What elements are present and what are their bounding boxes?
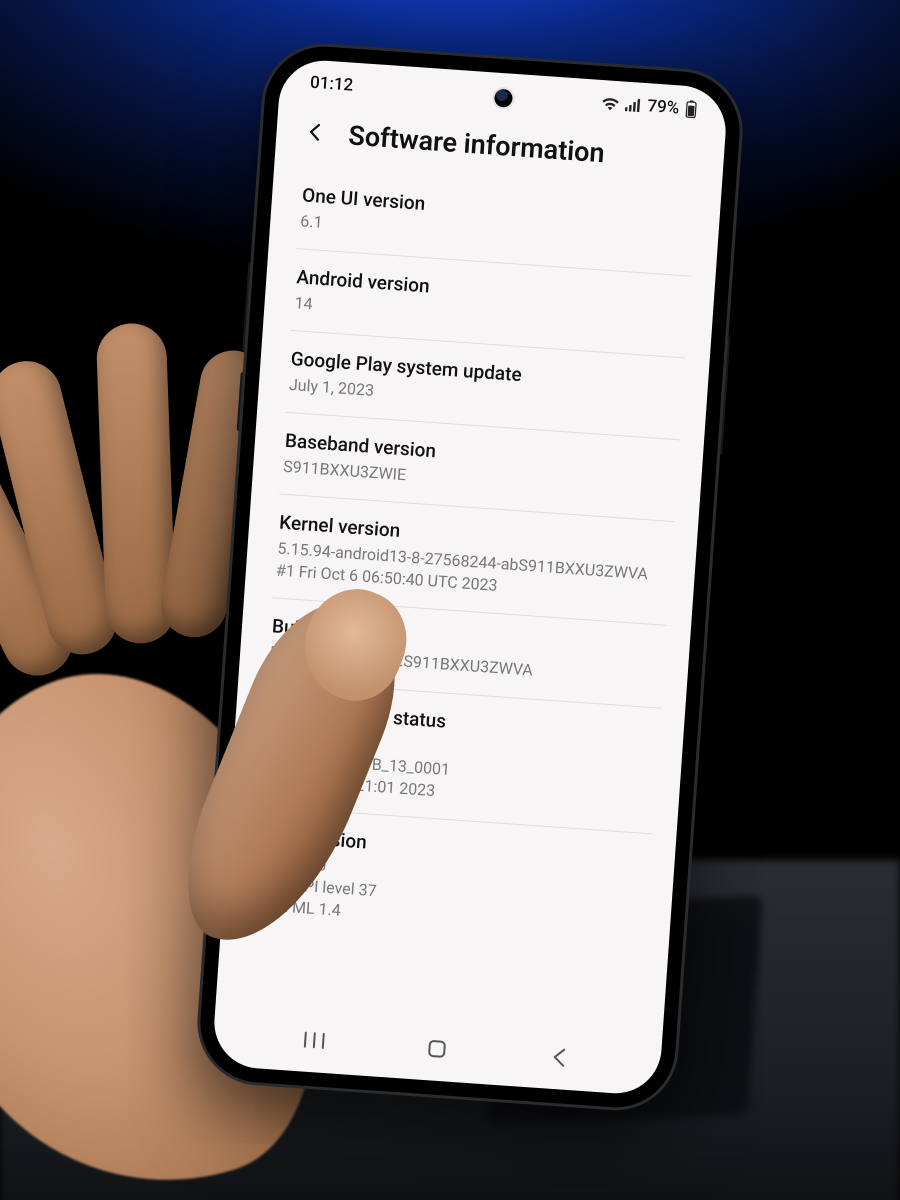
recent-apps-icon — [303, 1030, 326, 1052]
item-knox-version[interactable]: Knox version Knox 3.10 Knox API level 37… — [249, 807, 653, 960]
nav-home-button[interactable] — [396, 1027, 479, 1072]
battery-icon — [685, 100, 698, 119]
status-time: 01:12 — [309, 73, 353, 96]
battery-text: 79% — [647, 96, 680, 118]
signal-icon — [625, 98, 642, 113]
screen: 01:12 — [211, 58, 728, 1097]
settings-list[interactable]: One UI version 6.1 Android version 14 Go… — [215, 165, 721, 1040]
chevron-left-icon — [304, 120, 328, 146]
nav-back-button[interactable] — [518, 1036, 601, 1081]
home-icon — [426, 1038, 448, 1062]
back-button[interactable] — [297, 115, 333, 151]
page-title: Software information — [347, 119, 605, 169]
phone: 01:12 — [196, 43, 743, 1112]
back-icon — [549, 1046, 569, 1070]
wifi-icon — [601, 96, 620, 111]
nav-recent-button[interactable] — [273, 1019, 356, 1064]
